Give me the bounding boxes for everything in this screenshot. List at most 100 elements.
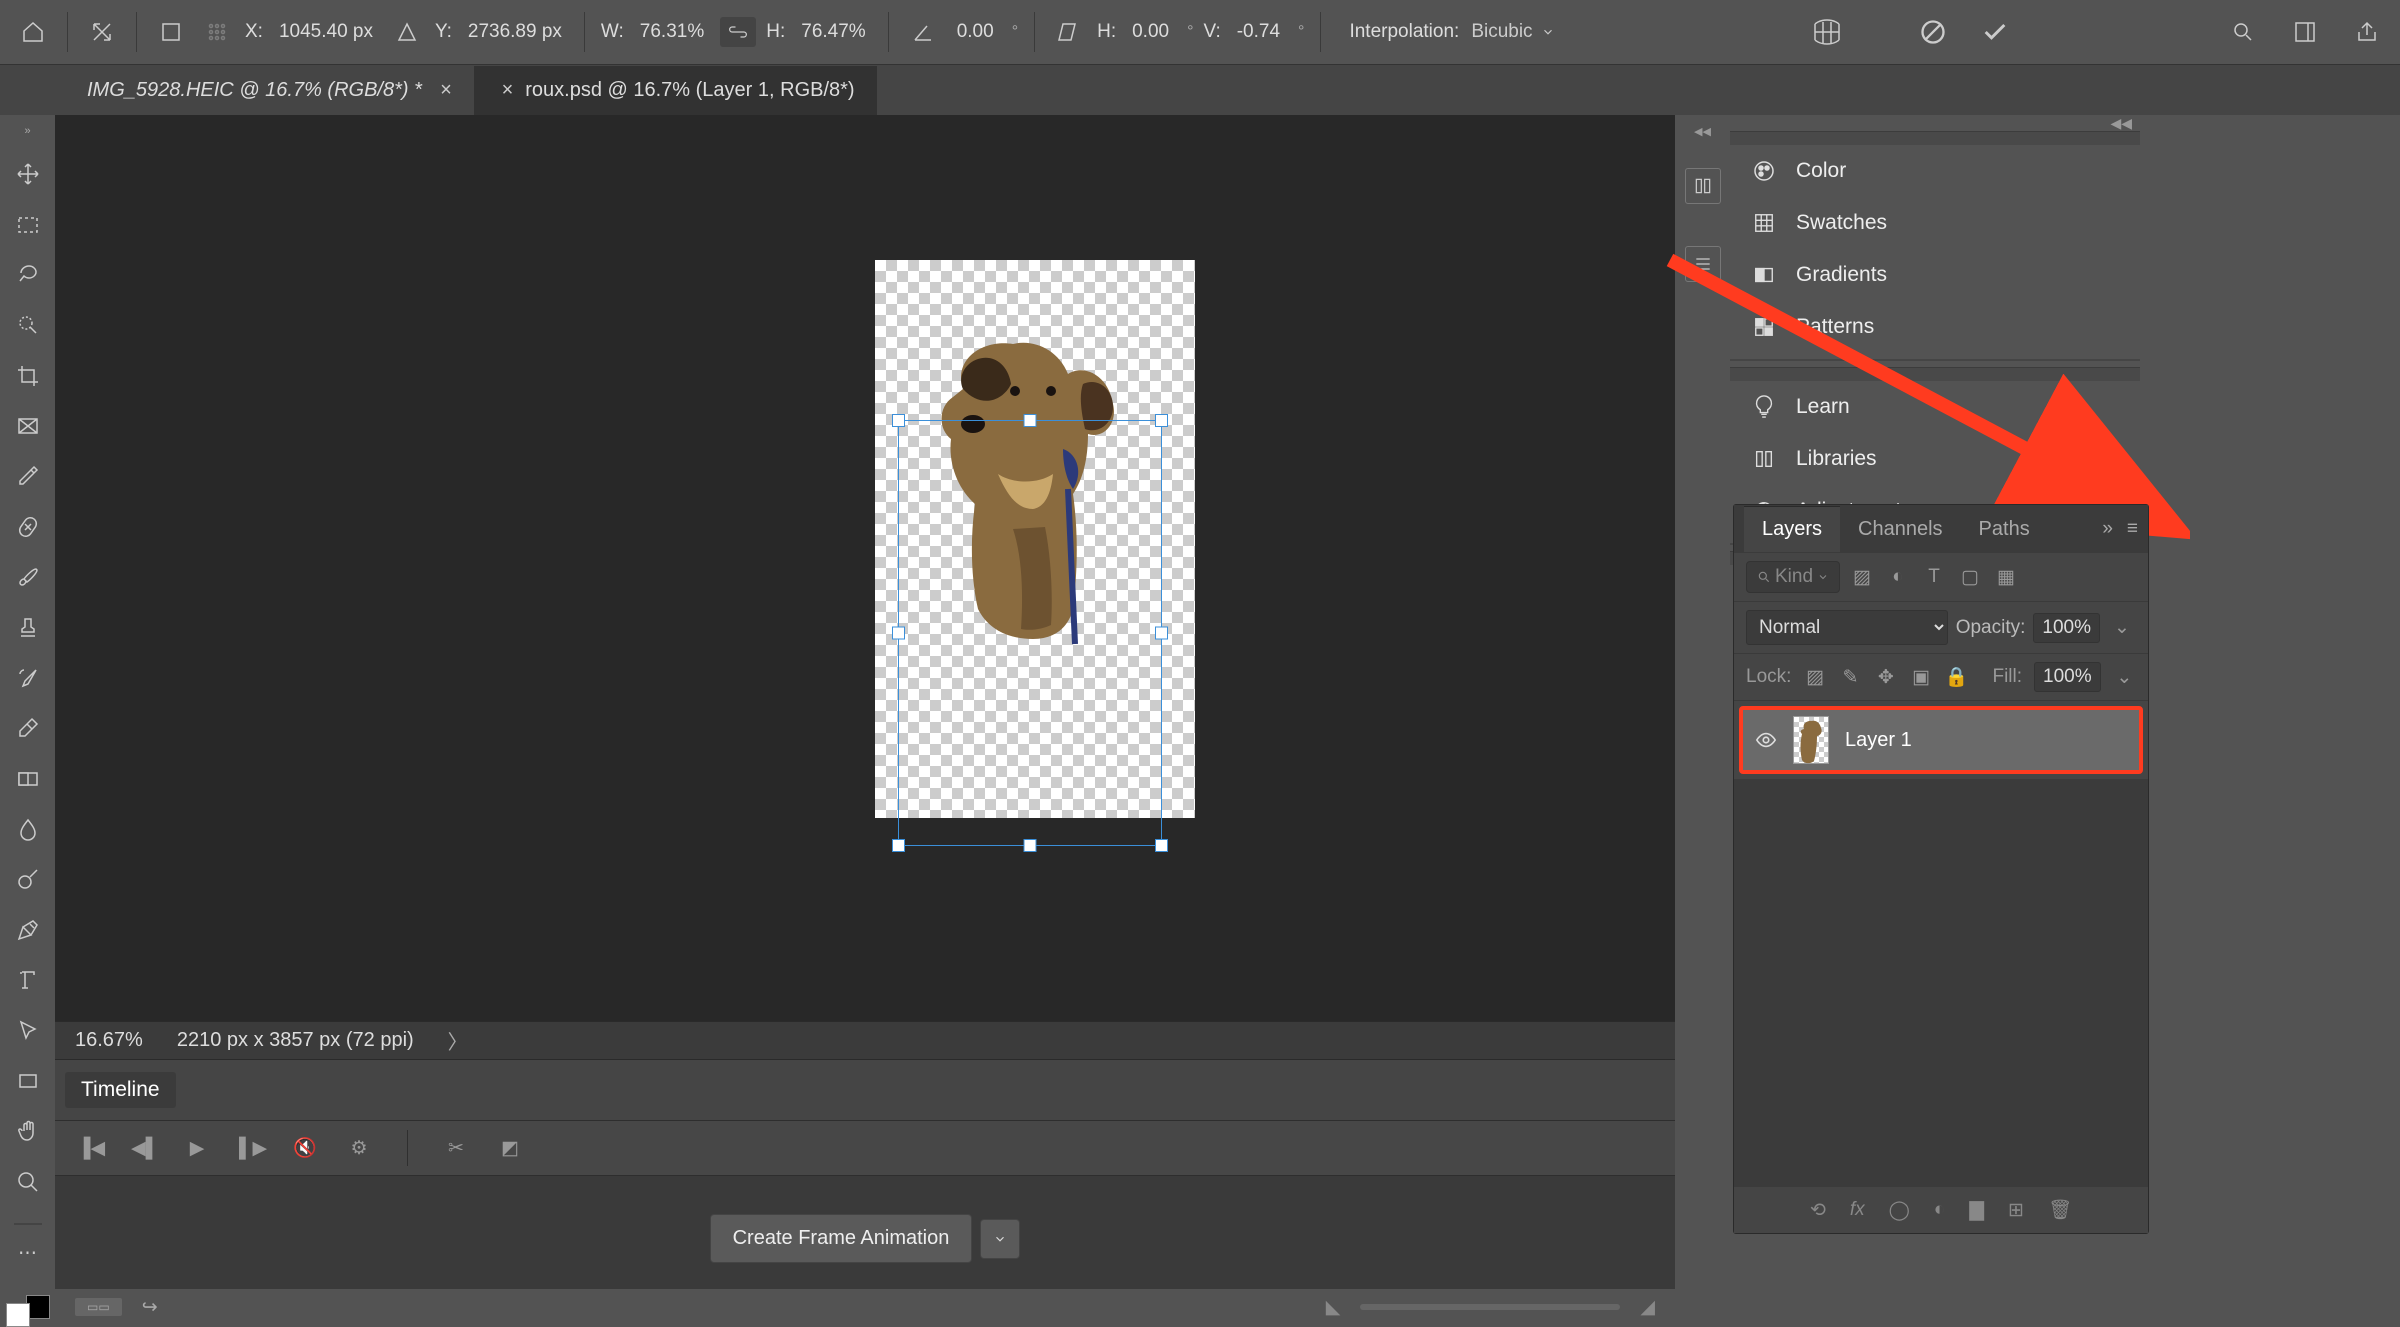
filter-pixel-icon[interactable]: ▨ — [1848, 566, 1876, 589]
frame-tool[interactable] — [10, 413, 46, 439]
opacity-dropdown-icon[interactable]: ⌄ — [2108, 616, 2136, 639]
reference-grid-icon[interactable] — [199, 14, 235, 50]
tl-handle-left-icon[interactable]: ◣ — [1326, 1296, 1341, 1319]
fill-dropdown-icon[interactable]: ⌄ — [2113, 666, 2136, 689]
blend-mode-dropdown[interactable]: Normal — [1746, 610, 1948, 645]
layer-name[interactable]: Layer 1 — [1845, 729, 1912, 752]
panel-item-gradients[interactable]: Gradients — [1730, 249, 2140, 301]
healing-brush-tool[interactable] — [10, 514, 46, 540]
collapse-panel-icon[interactable]: » — [2102, 518, 2113, 540]
document-tab-1[interactable]: IMG_5928.HEIC @ 16.7% (RGB/8*) * × — [65, 66, 474, 115]
history-panel-icon[interactable] — [1685, 168, 1721, 204]
marquee-tool[interactable] — [10, 211, 46, 237]
create-frame-animation-button[interactable]: Create Frame Animation — [710, 1214, 973, 1263]
eraser-tool[interactable] — [10, 715, 46, 741]
lock-position-icon[interactable]: ✥ — [1874, 666, 1897, 689]
transform-reference-icon[interactable] — [84, 14, 120, 50]
search-icon[interactable] — [2225, 14, 2261, 50]
shape-tool[interactable] — [10, 1068, 46, 1094]
layer-row[interactable]: Layer 1 — [1739, 706, 2143, 774]
canvas[interactable] — [55, 115, 1675, 1021]
commit-icon[interactable] — [1977, 14, 2013, 50]
lock-transparency-icon[interactable]: ▨ — [1803, 666, 1826, 689]
transform-handle[interactable] — [892, 627, 905, 640]
blur-tool[interactable] — [10, 816, 46, 842]
zoom-level[interactable]: 16.67% — [75, 1029, 143, 1052]
skew-h-value[interactable]: 0.00 — [1126, 19, 1175, 46]
panel-item-learn[interactable]: Learn — [1730, 381, 2140, 433]
panel-item-color[interactable]: Color — [1730, 145, 2140, 197]
animation-type-dropdown[interactable] — [980, 1219, 1020, 1259]
lock-all-icon[interactable]: 🔒 — [1945, 665, 1969, 689]
zoom-tool[interactable] — [10, 1169, 46, 1195]
layer-thumbnail[interactable] — [1793, 716, 1829, 764]
filter-shape-icon[interactable]: ▢ — [1956, 566, 1984, 589]
interpolation-dropdown[interactable]: Bicubic — [1471, 21, 1554, 43]
timeline-zoom-slider[interactable] — [1360, 1304, 1620, 1310]
panel-item-swatches[interactable]: Swatches — [1730, 197, 2140, 249]
panel-item-libraries[interactable]: Libraries — [1730, 433, 2140, 485]
lock-paint-icon[interactable]: ✎ — [1839, 666, 1862, 689]
stamp-tool[interactable] — [10, 614, 46, 640]
opacity-value[interactable]: 100% — [2033, 613, 2100, 643]
share-icon[interactable] — [2349, 14, 2385, 50]
filter-type-icon[interactable]: T — [1920, 566, 1948, 588]
filter-smart-icon[interactable]: ▦ — [1992, 566, 2020, 589]
transition-icon[interactable]: ◩ — [498, 1137, 522, 1160]
reference-point-icon[interactable] — [153, 14, 189, 50]
edit-toolbar-icon[interactable]: ⋯ — [10, 1241, 46, 1267]
transform-handle[interactable] — [1024, 414, 1037, 427]
close-tab-icon[interactable]: × — [440, 79, 452, 102]
crop-tool[interactable] — [10, 363, 46, 389]
panel-menu-icon[interactable]: ≡ — [2127, 518, 2138, 540]
delta-icon[interactable] — [389, 14, 425, 50]
color-swatches[interactable] — [12, 1297, 44, 1325]
mini-timeline-icon[interactable]: ▭▭ — [75, 1298, 122, 1316]
x-value[interactable]: 1045.40 px — [273, 19, 379, 46]
layer-filter-kind[interactable]: Kind — [1746, 561, 1840, 593]
lock-artboard-icon[interactable]: ▣ — [1909, 666, 1932, 689]
tl-handle-right-icon[interactable]: ◢ — [1640, 1296, 1655, 1319]
transform-handle[interactable] — [1155, 414, 1168, 427]
transform-handle[interactable] — [892, 414, 905, 427]
w-value[interactable]: 76.31% — [634, 19, 710, 46]
path-select-tool[interactable] — [10, 1017, 46, 1043]
fx-icon[interactable]: fx — [1850, 1199, 1865, 1221]
settings-icon[interactable]: ⚙ — [347, 1137, 371, 1160]
eyedropper-tool[interactable] — [10, 463, 46, 489]
type-tool[interactable] — [10, 967, 46, 993]
transform-handle[interactable] — [1155, 627, 1168, 640]
home-icon[interactable] — [15, 14, 51, 50]
prev-frame-icon[interactable]: ◀▌ — [131, 1137, 155, 1160]
transform-handle[interactable] — [892, 839, 905, 852]
layers-tab[interactable]: Layers — [1744, 506, 1840, 552]
collapse-icon[interactable]: ◀◀ — [2110, 115, 2132, 132]
transform-handle[interactable] — [1024, 839, 1037, 852]
convert-icon[interactable]: ↪ — [142, 1296, 158, 1319]
hand-tool[interactable] — [10, 1118, 46, 1144]
skew-v-value[interactable]: -0.74 — [1231, 19, 1286, 46]
split-icon[interactable]: ✂ — [444, 1137, 468, 1160]
transform-bounding-box[interactable] — [898, 420, 1162, 846]
history-brush-tool[interactable] — [10, 665, 46, 691]
new-layer-icon[interactable]: ⊞ — [2008, 1199, 2024, 1222]
y-value[interactable]: 2736.89 px — [462, 19, 568, 46]
close-tab-icon[interactable]: × — [502, 79, 514, 102]
panel-item-patterns[interactable]: Patterns — [1730, 301, 2140, 353]
filter-adjust-icon[interactable]: ◐ — [1884, 566, 1912, 588]
gradient-tool[interactable] — [10, 766, 46, 792]
adjustment-layer-icon[interactable]: ◐ — [1934, 1199, 1945, 1221]
next-frame-icon[interactable]: ▌▶ — [239, 1137, 263, 1160]
transform-handle[interactable] — [1155, 839, 1168, 852]
warp-icon[interactable] — [1809, 14, 1845, 50]
status-menu-icon[interactable]: 〉 — [448, 1026, 468, 1055]
group-icon[interactable]: ▇ — [1969, 1199, 1984, 1222]
lasso-tool[interactable] — [10, 262, 46, 288]
channels-tab[interactable]: Channels — [1840, 507, 1961, 552]
mute-icon[interactable]: 🔇 — [293, 1136, 317, 1160]
angle-value[interactable]: 0.00 — [951, 19, 1000, 46]
properties-panel-icon[interactable] — [1685, 246, 1721, 282]
play-icon[interactable]: ▶ — [185, 1137, 209, 1160]
workspace-icon[interactable] — [2287, 14, 2323, 50]
move-tool[interactable] — [10, 161, 46, 187]
